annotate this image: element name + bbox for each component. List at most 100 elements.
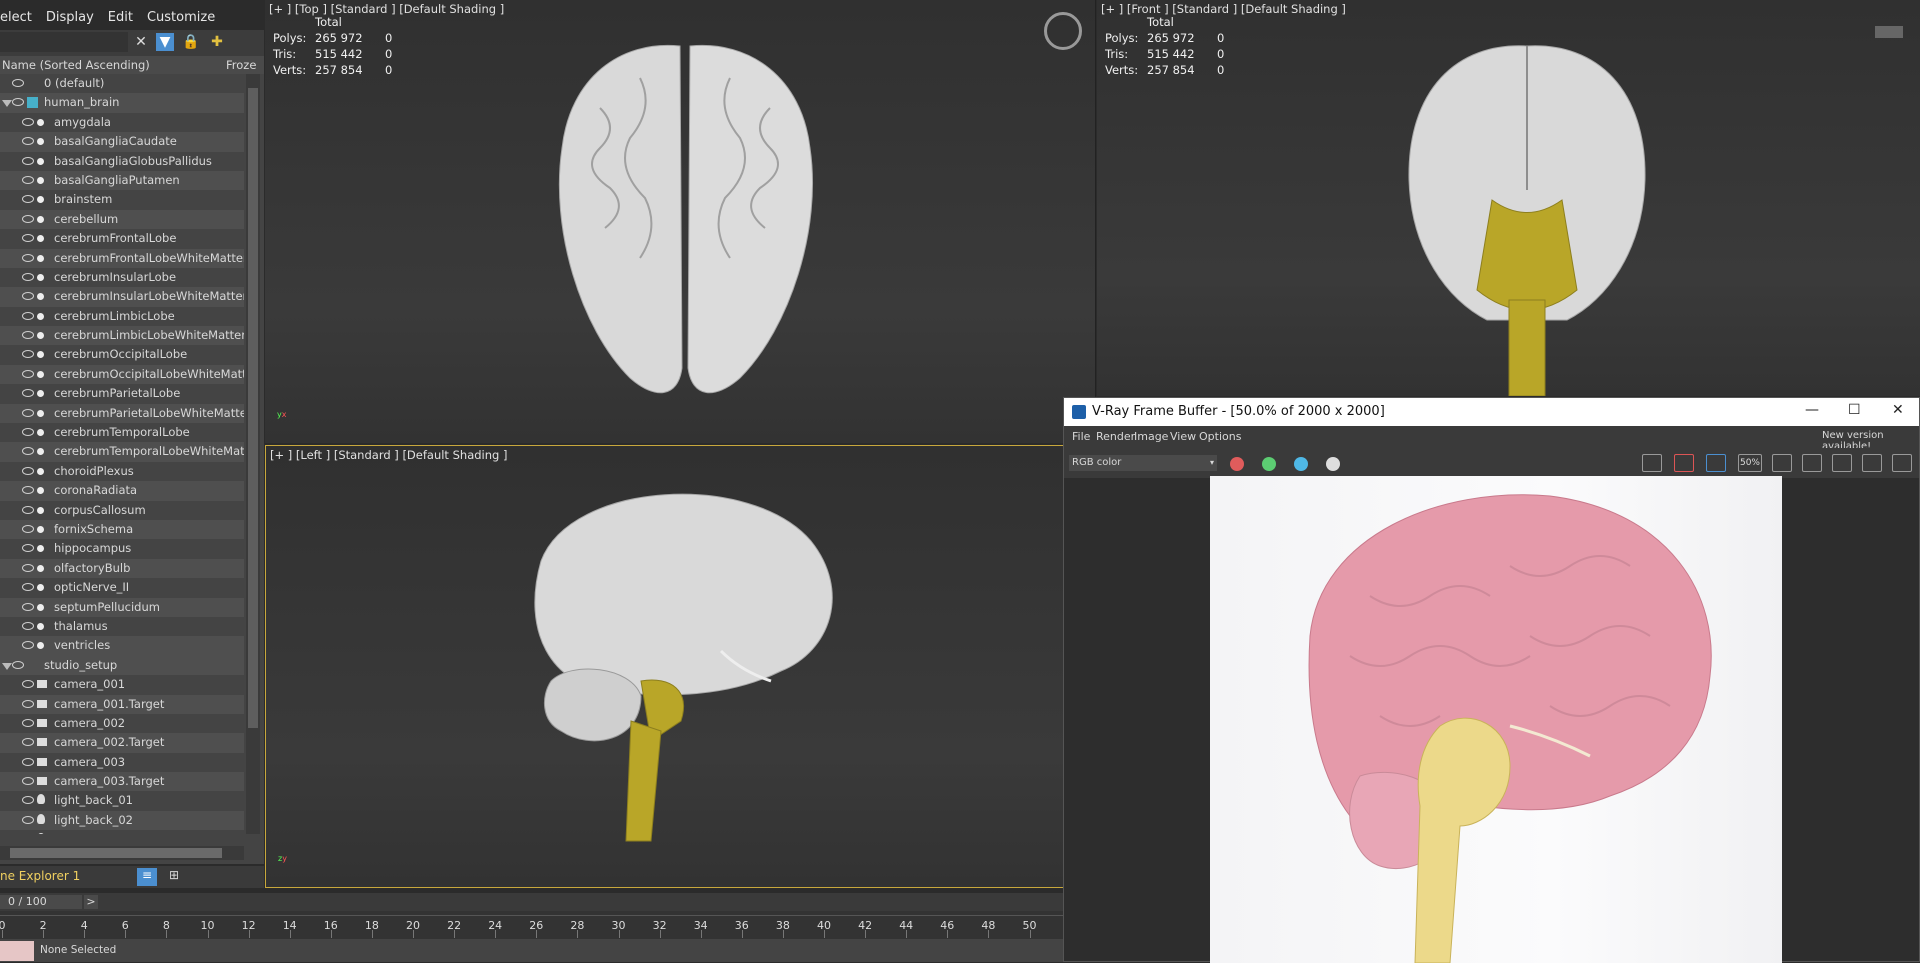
tree-row-object[interactable]: cerebrumInsularLobeWhiteMatter [0, 287, 244, 307]
save-image-icon[interactable] [1642, 454, 1662, 472]
vfb-menu-options[interactable]: Options [1199, 430, 1241, 443]
tree-row-object[interactable]: light_camera [0, 830, 244, 834]
tree-row-object[interactable]: cerebrumTemporalLobe [0, 423, 244, 442]
vray-frame-buffer-window[interactable]: V-Ray Frame Buffer - [50.0% of 2000 x 20… [1063, 397, 1920, 963]
visibility-eye-icon[interactable] [22, 602, 34, 611]
lock-icon[interactable]: 🔒 [182, 33, 200, 51]
expand-triangle-icon[interactable] [2, 100, 12, 108]
maximize-icon[interactable]: ☐ [1848, 402, 1861, 418]
visibility-eye-icon[interactable] [22, 234, 34, 243]
tree-row-object[interactable]: amygdala [0, 113, 244, 132]
next-frame-button[interactable]: > [84, 895, 98, 909]
menu-select[interactable]: elect [0, 8, 39, 30]
interactive-render-icon[interactable] [1832, 454, 1852, 472]
clear-image-icon[interactable] [1674, 454, 1694, 472]
visibility-eye-icon[interactable] [22, 389, 34, 398]
visibility-eye-icon[interactable] [22, 757, 34, 766]
visibility-eye-icon[interactable] [22, 718, 34, 727]
stop-render-icon[interactable] [1862, 454, 1882, 472]
tree-row-object[interactable]: camera_001 [0, 675, 244, 694]
column-name-header[interactable]: Name (Sorted Ascending) [2, 58, 150, 72]
visibility-eye-icon[interactable] [22, 369, 34, 378]
explorer-search-input[interactable] [0, 32, 128, 52]
visibility-eye-icon[interactable] [22, 524, 34, 533]
visibility-eye-icon[interactable] [22, 641, 34, 650]
filter-icon[interactable]: ▼ [156, 33, 174, 51]
viewcube-icon[interactable] [1875, 26, 1903, 38]
tree-row-group-studio-setup[interactable]: studio_setup [0, 655, 244, 676]
visibility-eye-icon[interactable] [12, 660, 24, 669]
viewport-label[interactable]: [+ ] [Left ] [Standard ] [Default Shadin… [270, 448, 507, 462]
viewport-left[interactable]: [+ ] [Left ] [Standard ] [Default Shadin… [265, 445, 1065, 888]
expand-triangle-icon[interactable] [2, 662, 12, 670]
menu-customize[interactable]: Customize [140, 8, 222, 30]
visibility-eye-icon[interactable] [22, 272, 34, 281]
visibility-eye-icon[interactable] [22, 214, 34, 223]
tree-row-object[interactable]: cerebrumOccipitalLobeWhiteMatter [0, 364, 244, 385]
tree-row-object[interactable]: cerebrumOccipitalLobe [0, 345, 244, 364]
visibility-eye-icon[interactable] [22, 195, 34, 204]
vfb-menu-file[interactable]: File [1072, 430, 1090, 443]
tree-row-object[interactable]: light_back_01 [0, 791, 244, 810]
viewcube-icon[interactable] [1044, 12, 1082, 50]
visibility-eye-icon[interactable] [22, 156, 34, 165]
tree-row-object[interactable]: cerebrumLimbicLobe [0, 307, 244, 326]
visibility-eye-icon[interactable] [22, 796, 34, 805]
visibility-eye-icon[interactable] [22, 505, 34, 514]
tree-row-object[interactable]: basalGangliaCaudate [0, 132, 244, 152]
visibility-eye-icon[interactable] [22, 253, 34, 262]
visibility-eye-icon[interactable] [22, 777, 34, 786]
menu-edit[interactable]: Edit [101, 8, 140, 30]
frame-display[interactable]: 0 / 100 [0, 895, 82, 909]
layer-view-icon[interactable]: ≡ [137, 868, 157, 886]
track-mouse-icon[interactable] [1772, 454, 1792, 472]
explorer-column-header[interactable]: Name (Sorted Ascending) Froze [0, 56, 264, 74]
visibility-eye-icon[interactable] [22, 428, 34, 437]
alpha-channel-icon[interactable] [1326, 457, 1340, 471]
timeline-ruler[interactable]: 0 2 4 6 8 10 12 14 16 18 20 22 24 26 28 30 32 34 36 38 40 42 4… [0, 915, 1064, 940]
visibility-eye-icon[interactable] [22, 563, 34, 572]
tree-row-object[interactable]: cerebrumParietalLobe [0, 384, 244, 403]
visibility-eye-icon[interactable] [22, 137, 34, 146]
zoom-50-button[interactable]: 50% [1738, 454, 1762, 472]
visibility-eye-icon[interactable] [22, 680, 34, 689]
tree-row-object[interactable]: corpusCallosum [0, 501, 244, 520]
tree-row-object[interactable]: fornixSchema [0, 519, 244, 540]
tree-row-object[interactable]: olfactoryBulb [0, 558, 244, 579]
scrollbar-thumb[interactable] [248, 88, 258, 728]
tree-row-object[interactable]: ventricles [0, 636, 244, 656]
tree-row-object[interactable]: choroidPlexus [0, 462, 244, 481]
explorer-vertical-scrollbar[interactable] [246, 74, 260, 834]
vfb-menu-view[interactable]: View [1170, 430, 1196, 443]
visibility-eye-icon[interactable] [22, 447, 34, 456]
region-render-icon[interactable] [1706, 454, 1726, 472]
tree-row-object[interactable]: basalGangliaGlobusPallidus [0, 152, 244, 171]
tree-row-object[interactable]: septumPellucidum [0, 597, 244, 617]
minimize-icon[interactable]: — [1805, 402, 1819, 418]
close-icon[interactable]: ✕ [1892, 402, 1904, 418]
visibility-eye-icon[interactable] [22, 175, 34, 184]
green-channel-icon[interactable] [1262, 457, 1276, 471]
visibility-eye-icon[interactable] [12, 98, 24, 107]
channel-select[interactable]: RGB color ▾ [1069, 455, 1217, 471]
vfb-titlebar[interactable]: V-Ray Frame Buffer - [50.0% of 2000 x 20… [1064, 398, 1919, 426]
vfb-menu-image[interactable]: Image [1134, 430, 1168, 443]
maxscript-listener-icon[interactable] [0, 941, 34, 961]
tree-row-object[interactable]: camera_002.Target [0, 733, 244, 753]
tree-row-default-layer[interactable]: 0 (default) [0, 74, 244, 93]
time-slider[interactable]: 0 / 100 > [0, 893, 1064, 911]
tree-row-object[interactable]: brainstem [0, 190, 244, 209]
explorer-name-label[interactable]: ne Explorer 1 [0, 869, 80, 883]
visibility-eye-icon[interactable] [22, 583, 34, 592]
tree-row-object[interactable]: cerebrumInsularLobe [0, 268, 244, 287]
tree-row-object[interactable]: light_back_02 [0, 810, 244, 831]
tree-row-object[interactable]: cerebrumTemporalLobeWhiteMatter [0, 442, 244, 462]
visibility-eye-icon[interactable] [22, 311, 34, 320]
tree-row-object[interactable]: camera_001.Target [0, 694, 244, 714]
viewport-top[interactable]: [+ ] [Top ] [Standard ] [Default Shading… [265, 0, 1096, 443]
tree-row-object[interactable]: cerebrumFrontalLobeWhiteMatter [0, 248, 244, 268]
tree-row-group-human-brain[interactable]: human_brain [0, 93, 244, 113]
menu-display[interactable]: Display [39, 8, 101, 30]
viewport-front[interactable]: [+ ] [Front ] [Standard ] [Default Shadi… [1097, 0, 1920, 396]
visibility-eye-icon[interactable] [22, 815, 34, 824]
